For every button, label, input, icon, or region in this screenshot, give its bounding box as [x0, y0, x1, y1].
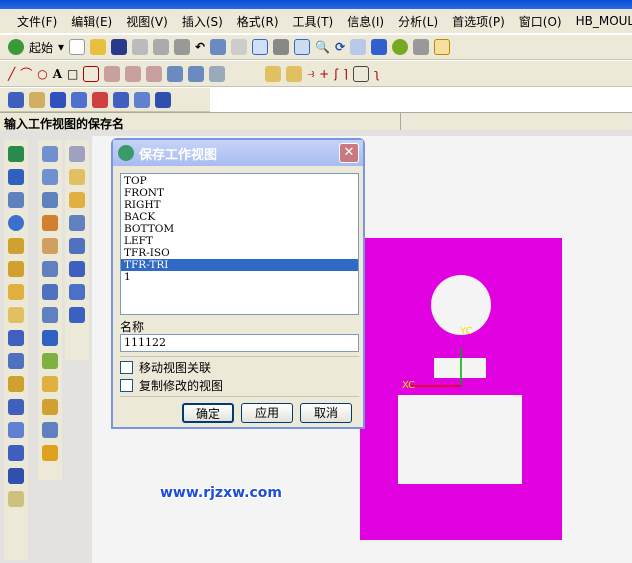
save-icon[interactable] [111, 39, 128, 55]
x-axis-label: XC [402, 380, 415, 391]
zoom-window-icon[interactable] [294, 39, 311, 55]
split-icon[interactable]: + [319, 67, 329, 81]
edit-icon[interactable] [210, 39, 227, 55]
view-list-item[interactable]: BACK [121, 211, 358, 223]
status-bar: 输入工作视图的保存名 [0, 112, 632, 131]
feature-4-icon[interactable] [71, 91, 87, 108]
menu-item[interactable]: 编辑(E) [64, 13, 119, 30]
part-slot [434, 358, 486, 378]
pan-icon[interactable] [350, 39, 367, 55]
view-list-item[interactable]: LEFT [121, 235, 358, 247]
open-folder-icon[interactable] [90, 39, 107, 55]
edit-curve-icon[interactable] [265, 65, 282, 82]
apply-button[interactable]: 应用 [241, 403, 293, 423]
menu-item[interactable]: 视图(V) [119, 13, 175, 30]
menu-item[interactable]: 首选项(P) [445, 13, 512, 30]
paste-icon[interactable] [174, 39, 191, 55]
feature-8-icon[interactable] [155, 91, 171, 108]
y-axis-label: YC [459, 326, 473, 337]
checkbox-box[interactable] [120, 361, 133, 374]
circle-icon[interactable]: ○ [37, 67, 47, 81]
dialog-title: 保存工作视图 [139, 147, 218, 163]
project-curve-icon[interactable] [167, 65, 184, 82]
curve-fit-icon[interactable] [125, 65, 142, 82]
cancel-button[interactable]: 取消 [300, 403, 352, 423]
layer-icon[interactable] [413, 39, 430, 55]
view-list[interactable]: TOP FRONT RIGHT BACK BOTTOM LEFT TFR-ISO TFR-TR… [120, 173, 359, 315]
save-work-view-dialog: 保存工作视图 ✕ TOP FRONT RIGHT BACK BOTTOM LEFT TFR-… [111, 138, 365, 429]
menu-item[interactable]: 窗口(O) [512, 13, 569, 30]
copy-modified-views-checkbox[interactable]: 复制修改的视图 [120, 377, 223, 394]
left-toolbar-2 [38, 140, 62, 480]
curve-toolbar: ╱ ⌒ ○ A □ ⥽ + ʃ ⌉ ʅ [0, 60, 632, 87]
edit-param-icon[interactable] [286, 65, 303, 82]
undo-icon[interactable]: ↶ [195, 40, 205, 54]
measure-icon[interactable] [434, 39, 451, 55]
rotate-icon[interactable]: ⟳ [335, 40, 345, 54]
name-label: 名称 [120, 320, 145, 334]
copy-icon[interactable] [153, 39, 170, 55]
window-title-bar [0, 0, 632, 9]
associate-views-checkbox[interactable]: 移动视图关联 [120, 359, 211, 376]
cut-icon[interactable] [132, 39, 149, 55]
checkbox-box[interactable] [120, 379, 133, 392]
menu-item[interactable]: 格式(R) [230, 13, 286, 30]
close-button[interactable]: ✕ [339, 143, 359, 163]
feature-toolbar [0, 87, 210, 112]
feature-7-icon[interactable] [134, 91, 150, 108]
feature-5-icon[interactable] [92, 91, 108, 108]
view-list-item[interactable]: 1 [121, 271, 358, 283]
left-toolbar-1 [4, 140, 28, 560]
chamfer-icon[interactable] [352, 65, 369, 82]
left-toolbar-3 [65, 140, 89, 360]
fit-icon[interactable] [252, 39, 269, 55]
view-list-item[interactable]: TOP [121, 175, 358, 187]
feature-3-icon[interactable] [50, 91, 66, 108]
feature-1-icon[interactable] [8, 91, 24, 108]
watermark: www.rjzxw.com [160, 485, 282, 501]
menu-bar: 文件(F) 编辑(E) 视图(V) 插入(S) 格式(R) 工具(T) 信息(I) 分析(L)… [0, 9, 632, 33]
menu-item[interactable]: 信息(I) [340, 13, 391, 30]
extract-curve-icon[interactable] [209, 65, 226, 82]
menu-item[interactable]: 分析(L) [391, 13, 445, 30]
start-button[interactable]: 起始 [29, 39, 53, 56]
dialog-title-bar[interactable]: 保存工作视图 ✕ [113, 140, 363, 166]
arc-icon[interactable]: ⌒ [20, 65, 32, 82]
feature-6-icon[interactable] [113, 91, 129, 108]
zoom-icon[interactable]: 🔍 [315, 40, 330, 54]
feature-2-icon[interactable] [29, 91, 45, 108]
shade-icon[interactable] [273, 39, 290, 55]
menu-item[interactable]: HB_MOUL [569, 14, 632, 28]
menu-item[interactable]: 工具(T) [286, 13, 341, 30]
offset-curve-icon[interactable] [146, 65, 163, 82]
view-list-item[interactable]: TFR-ISO [121, 247, 358, 259]
menu-item[interactable]: 插入(S) [175, 13, 230, 30]
view-list-item[interactable]: BOTTOM [121, 223, 358, 235]
render-style-icon[interactable] [392, 39, 409, 55]
part-cutout [398, 395, 522, 484]
trim-icon[interactable]: ⥽ [307, 66, 314, 81]
corner-icon[interactable]: ⌉ [343, 67, 348, 81]
start-icon [8, 39, 24, 55]
menu-item[interactable]: 文件(F) [10, 13, 64, 30]
intersect-curve-icon[interactable] [188, 65, 205, 82]
rectangle-icon[interactable]: □ [67, 67, 78, 81]
view-orient-icon[interactable] [371, 39, 388, 55]
spline-icon[interactable] [104, 65, 121, 82]
view-list-item[interactable]: TFR-TRI [121, 259, 358, 271]
text-icon[interactable]: A [53, 67, 62, 81]
ok-button[interactable]: 确定 [182, 403, 234, 423]
standard-toolbar: 起始 ▾ ↶ 🔍 ⟳ [0, 34, 632, 60]
name-input[interactable]: 111122 [120, 334, 359, 352]
line-icon[interactable]: ╱ [8, 67, 15, 81]
polygon-icon[interactable] [83, 65, 100, 82]
prompt-text: 输入工作视图的保存名 [4, 117, 125, 131]
info-icon[interactable] [231, 39, 248, 55]
new-file-icon[interactable] [69, 39, 86, 55]
view-list-item[interactable]: RIGHT [121, 199, 358, 211]
length-icon[interactable]: ʅ [374, 67, 380, 81]
fillet-icon[interactable]: ʃ [334, 67, 338, 81]
dialog-app-icon [118, 145, 134, 161]
view-list-item[interactable]: FRONT [121, 187, 358, 199]
